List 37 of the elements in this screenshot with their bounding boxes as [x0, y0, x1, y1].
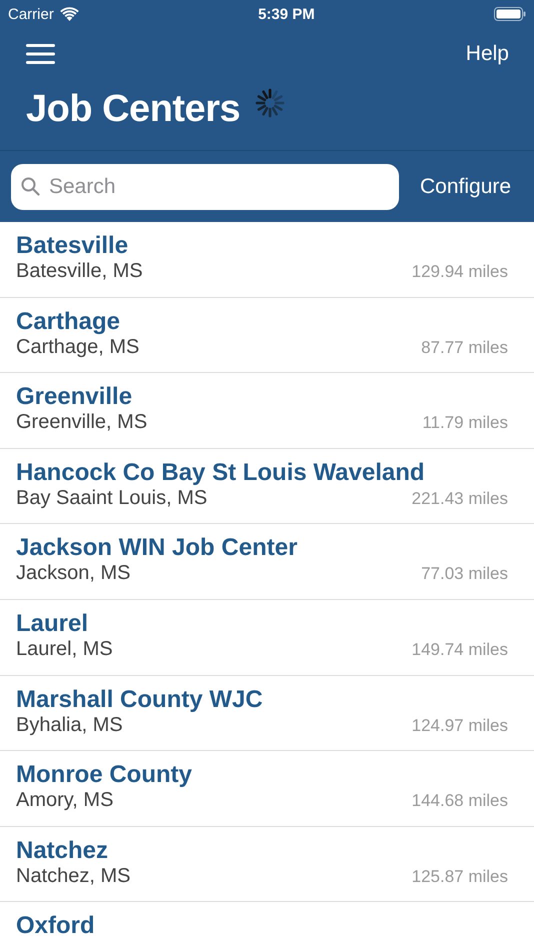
center-distance: 11.79 miles [422, 413, 508, 434]
help-button[interactable]: Help [466, 42, 509, 66]
search-field[interactable]: Search [11, 164, 399, 210]
center-name[interactable]: Oxford [16, 912, 508, 940]
center-name[interactable]: Greenville [16, 383, 508, 412]
center-location: Greenville, MS [16, 411, 148, 434]
center-location: Laurel, MS [16, 638, 113, 661]
center-location: Jackson, MS [16, 562, 130, 586]
wifi-icon [60, 7, 79, 21]
center-name[interactable]: Marshall County WJC [16, 686, 508, 714]
center-distance: 149.74 miles [412, 640, 508, 660]
center-location: Byhalia, MS [16, 714, 123, 737]
menu-icon[interactable] [26, 43, 56, 65]
carrier-label: Carrier [8, 6, 54, 22]
center-location: Batesville, MS [16, 260, 143, 283]
center-distance: 124.97 miles [412, 716, 508, 736]
center-name[interactable]: Laurel [16, 610, 508, 638]
center-distance: 221.43 miles [412, 488, 508, 509]
center-name[interactable]: Natchez [16, 836, 508, 865]
center-location: Amory, MS [16, 789, 114, 812]
center-distance: 129.94 miles [412, 262, 508, 282]
page-title: Job Centers [26, 88, 240, 131]
center-distance: 87.77 miles [421, 338, 508, 358]
center-name[interactable]: Jackson WIN Job Center [16, 534, 508, 562]
center-name[interactable]: Carthage [16, 308, 508, 336]
center-distance: 77.03 miles [421, 564, 508, 584]
configure-button[interactable]: Configure [409, 174, 524, 198]
center-name[interactable]: Batesville [16, 232, 508, 260]
center-location: Natchez, MS [16, 864, 130, 888]
center-name[interactable]: Monroe County [16, 761, 508, 790]
clock-time: 5:39 PM [258, 6, 315, 22]
center-distance: 144.68 miles [412, 791, 508, 812]
center-distance: 125.87 miles [412, 866, 508, 887]
battery-icon [494, 7, 526, 21]
center-location: Bay Saaint Louis, MS [16, 486, 208, 510]
center-location: Carthage, MS [16, 336, 140, 359]
center-name[interactable]: Hancock Co Bay St Louis Waveland [16, 458, 508, 487]
